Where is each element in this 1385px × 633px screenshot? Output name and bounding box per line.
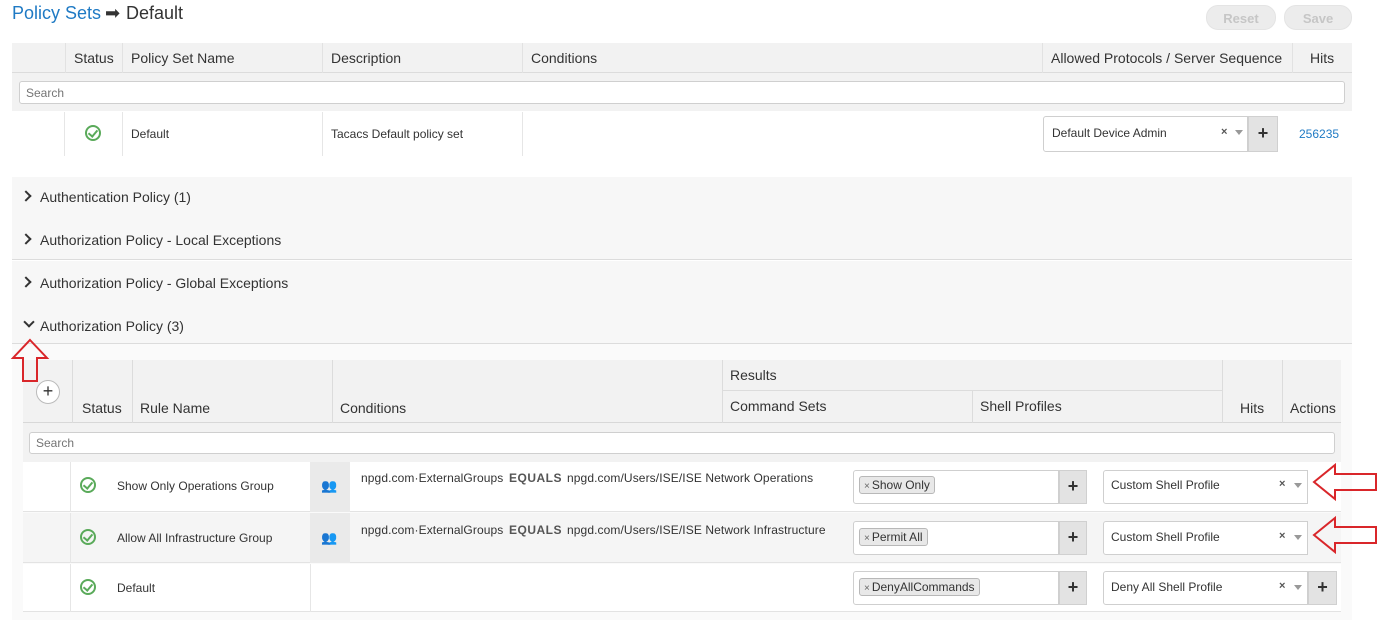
header-spacer — [12, 43, 65, 73]
divider — [322, 112, 323, 156]
check-circle-icon — [80, 477, 96, 493]
authorization-search-input[interactable] — [29, 432, 1335, 454]
policy-set-description: Tacacs Default policy set — [331, 127, 464, 141]
add-command-set-button[interactable]: + — [1059, 571, 1087, 605]
annotation-up-arrow-icon — [10, 338, 50, 382]
shell-profile-value: Custom Shell Profile — [1111, 530, 1220, 544]
divider — [1222, 360, 1223, 423]
auth-header-rule-name[interactable]: Rule Name — [140, 400, 210, 416]
command-set-tag[interactable]: × DenyAllCommands — [859, 578, 980, 596]
condition-operator: EQUALS — [509, 471, 563, 485]
remove-tag-icon[interactable]: × — [864, 533, 870, 544]
shell-profile-value: Deny All Shell Profile — [1111, 580, 1223, 594]
command-set-tag[interactable]: × Show Only — [859, 476, 935, 494]
annotation-left-arrow-icon — [1312, 515, 1377, 555]
rule-name[interactable]: Allow All Infrastructure Group — [117, 531, 272, 545]
divider — [70, 513, 71, 563]
section-global-exceptions-label[interactable]: Authorization Policy - Global Exceptions — [40, 275, 288, 291]
divider — [64, 112, 65, 156]
check-circle-icon — [80, 579, 96, 595]
authorization-header — [23, 360, 1341, 423]
divider — [72, 360, 73, 423]
breadcrumb-arrow: ➡ — [105, 3, 121, 23]
condition-value: npgd.com/Users/ISE/ISE Network Infrastru… — [567, 523, 826, 537]
condition-value: npgd.com/Users/ISE/ISE Network Operation… — [567, 471, 814, 485]
breadcrumb-policy-sets-link[interactable]: Policy Sets — [12, 3, 101, 24]
add-shell-profile-button[interactable]: + — [1308, 571, 1337, 605]
chevron-down-icon[interactable] — [1294, 535, 1302, 540]
divider — [70, 462, 71, 512]
chevron-down-icon[interactable] — [1294, 483, 1302, 488]
save-button[interactable]: Save — [1284, 5, 1352, 30]
header-policy-set-name[interactable]: Policy Set Name — [122, 43, 322, 73]
auth-header-results: Results — [730, 367, 777, 383]
chevron-down-icon[interactable] — [1235, 130, 1243, 135]
rule-name[interactable]: Show Only Operations Group — [117, 479, 274, 493]
user-group-icon: 👥 — [321, 478, 338, 493]
divider — [722, 360, 723, 423]
command-set-tag-label: Permit All — [871, 530, 923, 544]
auth-header-command-sets[interactable]: Command Sets — [730, 398, 826, 414]
divider — [122, 112, 123, 156]
reset-button[interactable]: Reset — [1206, 5, 1276, 30]
annotation-left-arrow-icon — [1312, 462, 1377, 502]
divider — [1282, 360, 1283, 423]
allowed-protocol-value: Default Device Admin — [1052, 126, 1167, 140]
add-command-set-button[interactable]: + — [1059, 470, 1087, 504]
clear-icon[interactable]: × — [1279, 580, 1285, 592]
shell-profile-value: Custom Shell Profile — [1111, 478, 1220, 492]
policy-set-name[interactable]: Default — [131, 127, 169, 141]
auth-header-status[interactable]: Status — [82, 400, 122, 416]
breadcrumb-current: Default — [126, 3, 184, 23]
command-set-tag-label: DenyAllCommands — [871, 580, 975, 594]
divider — [332, 360, 333, 423]
user-group-icon: 👥 — [321, 530, 338, 545]
rule-name[interactable]: Default — [117, 581, 155, 595]
condition-attribute: npgd.com·ExternalGroups — [361, 471, 504, 485]
remove-tag-icon[interactable]: × — [864, 481, 870, 492]
divider — [310, 564, 311, 612]
divider — [522, 112, 523, 156]
section-authorization-label[interactable]: Authorization Policy (3) — [40, 318, 184, 334]
section-authorization-policy[interactable] — [12, 302, 1352, 344]
check-circle-icon — [85, 125, 101, 141]
divider — [722, 390, 1222, 391]
condition-attribute: npgd.com·ExternalGroups — [361, 523, 504, 537]
command-set-tag-label: Show Only — [871, 478, 930, 492]
header-conditions[interactable]: Conditions — [522, 43, 1042, 73]
add-protocol-button[interactable]: + — [1248, 116, 1278, 152]
header-hits[interactable]: Hits — [1292, 43, 1352, 73]
check-circle-icon — [80, 529, 96, 545]
remove-tag-icon[interactable]: × — [864, 583, 870, 594]
auth-header-shell-profiles[interactable]: Shell Profiles — [980, 398, 1062, 414]
divider — [132, 360, 133, 423]
divider — [972, 391, 973, 423]
auth-header-actions: Actions — [1290, 400, 1336, 416]
section-local-exceptions-label[interactable]: Authorization Policy - Local Exceptions — [40, 232, 281, 248]
command-set-tag[interactable]: × Permit All — [859, 528, 928, 546]
condition-operator: EQUALS — [509, 523, 563, 537]
header-allowed-protocols[interactable]: Allowed Protocols / Server Sequence — [1042, 43, 1292, 73]
section-authentication-label[interactable]: Authentication Policy (1) — [40, 189, 191, 205]
auth-header-hits[interactable]: Hits — [1240, 400, 1264, 416]
header-status[interactable]: Status — [65, 43, 122, 73]
clear-icon[interactable]: × — [1279, 478, 1285, 490]
header-description[interactable]: Description — [322, 43, 522, 73]
auth-header-conditions[interactable]: Conditions — [340, 400, 406, 416]
chevron-down-icon[interactable] — [1294, 585, 1302, 590]
clear-icon[interactable]: × — [1279, 530, 1285, 542]
section-authentication-policy[interactable] — [12, 177, 1352, 219]
policy-set-hits-link[interactable]: 256235 — [1299, 127, 1339, 141]
divider — [70, 564, 71, 612]
add-command-set-button[interactable]: + — [1059, 521, 1087, 555]
clear-icon[interactable]: × — [1221, 126, 1227, 138]
policy-sets-search-input[interactable] — [19, 81, 1345, 104]
